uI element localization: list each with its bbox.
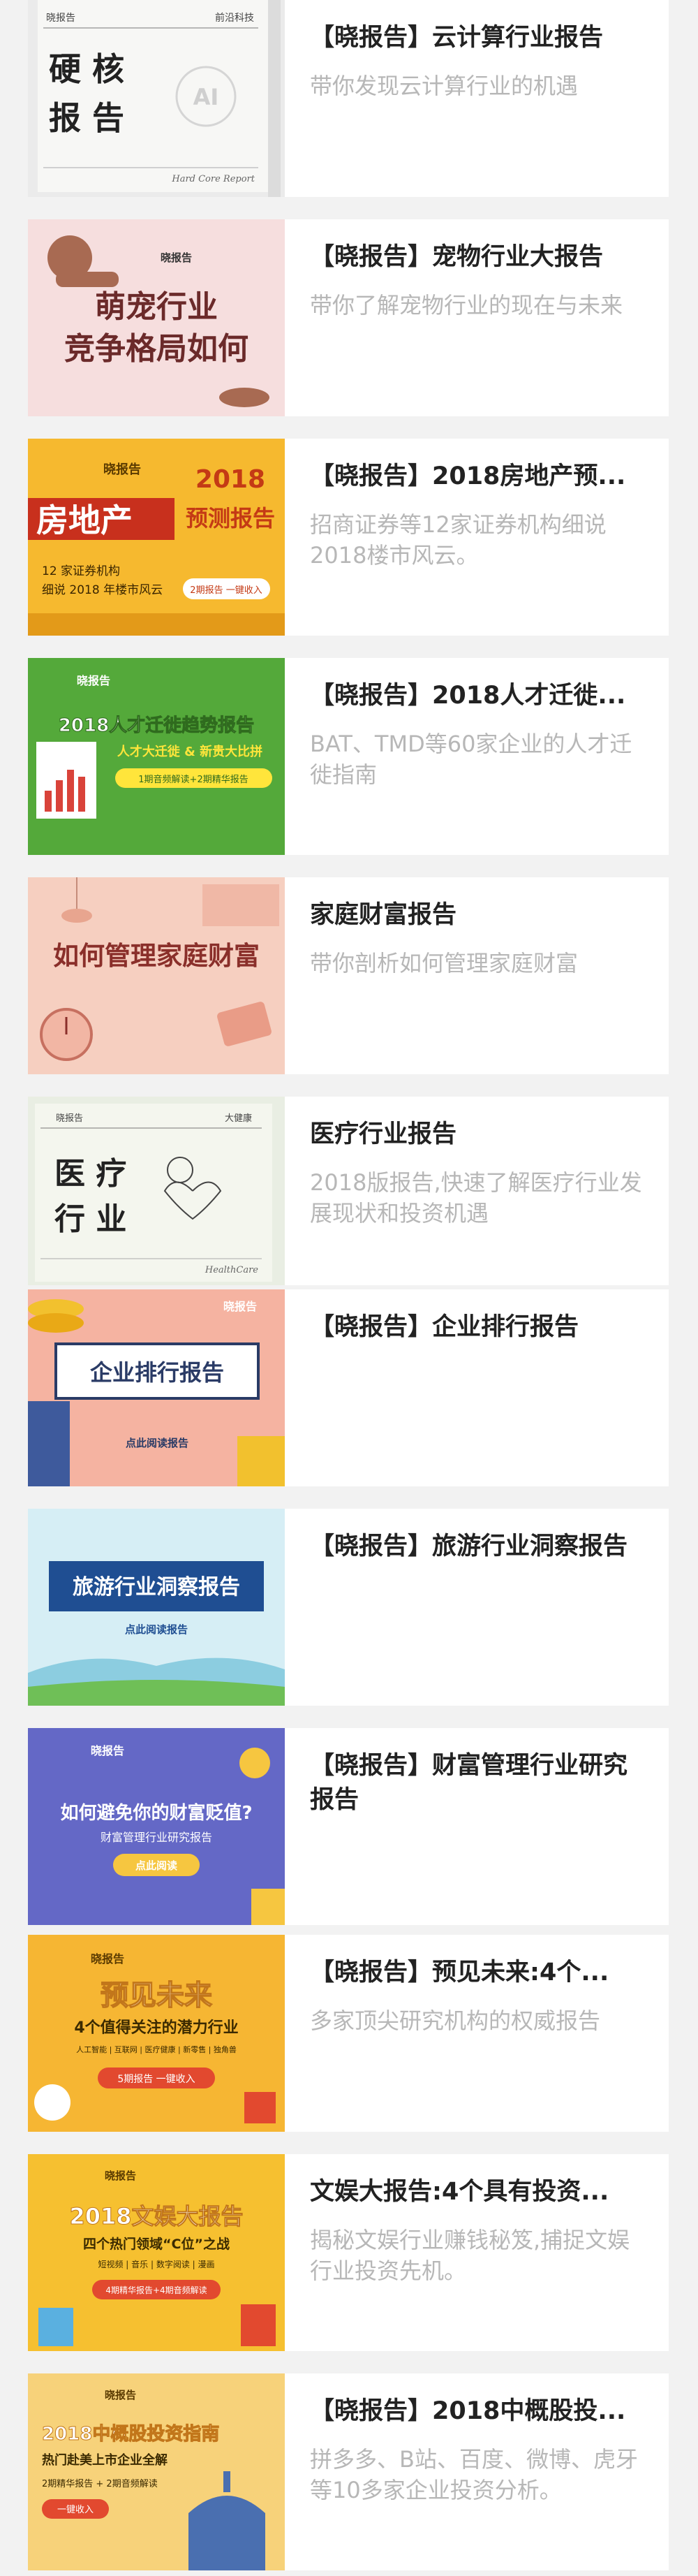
- tag-right: 大健康: [225, 1113, 252, 1124]
- list-item[interactable]: 晓报告 大健康 医 疗 行 业 HealthCare 医疗行业报告 2018版报…: [28, 1097, 669, 1285]
- item-description: 拼多多、B站、百度、微博、虎牙等10多家企业投资分析。: [310, 2446, 638, 2503]
- item-description: 多家顶尖研究机构的权威报告: [310, 2007, 601, 2034]
- item-title: 【晓报告】2018中概股投...: [310, 2397, 626, 2425]
- ai-badge: AI: [193, 84, 219, 110]
- sub-text: 人才大迁徙 & 新贵大比拼: [117, 744, 262, 759]
- tags-text: 人工智能 | 互联网 | 医疗健康 | 新零售 | 独角兽: [76, 2044, 237, 2054]
- headline: 2018人才迁徙趋势报告: [59, 715, 254, 736]
- item-title: 【晓报告】宠物行业大报告: [310, 243, 604, 271]
- headline-1: 萌宠行业: [95, 289, 218, 325]
- cta-label: 点此阅读: [135, 1859, 177, 1872]
- item-description: 带你剖析如何管理家庭财富: [310, 950, 579, 976]
- item-description: 揭秘文娱行业赚钱秘笈,捕捉文娱行业投资先机。: [310, 2227, 630, 2284]
- cta-label: 一键收入: [57, 2505, 94, 2515]
- item-title: 【晓报告】财富管理行业研究报告: [310, 1752, 628, 1814]
- report-thumbnail: 晓报告 企业排行报告 点此阅读报告: [28, 1289, 285, 1486]
- report-thumbnail: 晓报告 2018人才迁徙趋势报告 人才大迁徙 & 新贵大比拼 1期音频解读+2期…: [28, 658, 285, 855]
- list-item[interactable]: 晓报告 2018人才迁徙趋势报告 人才大迁徙 & 新贵大比拼 1期音频解读+2期…: [28, 658, 669, 855]
- report-thumbnail: 晓报告 大健康 医 疗 行 业 HealthCare: [28, 1097, 285, 1285]
- report-thumbnail: 晓报告 预见未来 4个值得关注的潜力行业 人工智能 | 互联网 | 医疗健康 |…: [28, 1935, 285, 2132]
- sub-text: 热门赴美上市企业全解: [42, 2452, 168, 2468]
- list-item[interactable]: 晓报告 萌宠行业 竞争格局如何 【晓报告】宠物行业大报告 带你了解宠物行业的现在…: [28, 219, 669, 416]
- item-title: 【晓报告】旅游行业洞察报告: [310, 1532, 628, 1560]
- big-text-1: 医 疗: [54, 1156, 126, 1192]
- brand-label: 晓报告: [105, 2389, 136, 2401]
- item-title: 【晓报告】云计算行业报告: [310, 24, 604, 52]
- item-title: 文娱大报告:4个具有投资...: [310, 2178, 609, 2206]
- item-title: 【晓报告】2018人才迁徙...: [310, 682, 626, 710]
- cta-label: 点此阅读报告: [126, 1437, 188, 1449]
- item-title: 【晓报告】企业排行报告: [310, 1313, 579, 1341]
- headline: 2018中概股投资指南: [42, 2424, 219, 2445]
- report-thumbnail: 晓报告 如何避免你的财富贬值? 财富管理行业研究报告 点此阅读: [28, 1728, 285, 1925]
- big-text-1: 硬 核: [49, 50, 124, 88]
- sub-text: 四个热门领域“C位”之战: [83, 2236, 230, 2252]
- list-item[interactable]: 旅游行业洞察报告 点此阅读报告 【晓报告】旅游行业洞察报告: [28, 1509, 669, 1706]
- list-item[interactable]: 晓报告 预见未来 4个值得关注的潜力行业 人工智能 | 互联网 | 医疗健康 |…: [28, 1935, 669, 2132]
- headline: 旅游行业洞察报告: [73, 1575, 240, 1600]
- report-thumbnail: 如何管理家庭财富: [28, 877, 285, 1074]
- brand-label: 晓报告: [223, 1300, 257, 1313]
- cta-label: 点此阅读报告: [125, 1623, 188, 1636]
- brand-label: 晓报告: [91, 1952, 124, 1966]
- line-1: 12 家证券机构: [42, 564, 120, 578]
- report-thumbnail: 旅游行业洞察报告 点此阅读报告: [28, 1509, 285, 1706]
- report-thumbnail: 晓报告 2018 房地产 预测报告 12 家证券机构 细说 2018 年楼市风云…: [28, 439, 285, 636]
- report-thumbnail: 晓报告 萌宠行业 竞争格局如何: [28, 219, 285, 416]
- tag-right: 前沿科技: [215, 12, 254, 24]
- headline: 2018文娱大报告: [69, 2203, 243, 2230]
- brand-label: 晓报告: [77, 674, 110, 687]
- report-thumbnail: 晓报告 2018中概股投资指南 热门赴美上市企业全解 2期精华报告 + 2期音频…: [28, 2373, 285, 2570]
- item-title: 家庭财富报告: [310, 901, 457, 929]
- footer-text: HealthCare: [205, 1265, 258, 1275]
- item-description: BAT、TMD等60家企业的人才迁徙指南: [310, 731, 632, 788]
- brand-label: 晓报告: [105, 2169, 136, 2182]
- big-text: 预见未来: [101, 1979, 212, 2012]
- cta-label: 4期精华报告+4期音频解读: [105, 2285, 207, 2295]
- tags-text: 短视频 | 音乐 | 数字阅读 | 漫画: [98, 2259, 214, 2269]
- list-item[interactable]: 如何管理家庭财富 家庭财富报告 带你剖析如何管理家庭财富: [28, 877, 669, 1074]
- item-description: 招商证券等12家证券机构细说2018楼市风云。: [310, 511, 607, 569]
- sub-text: 财富管理行业研究报告: [101, 1831, 212, 1844]
- list-item[interactable]: 晓报告 前沿科技 硬 核 报 告 AI Hard Core Report 【晓报…: [28, 0, 669, 197]
- brand-label: 晓报告: [91, 1744, 124, 1757]
- tag-left: 晓报告: [56, 1113, 83, 1124]
- list-item[interactable]: 晓报告 企业排行报告 点此阅读报告 【晓报告】企业排行报告: [28, 1289, 669, 1486]
- report-thumbnail: 晓报告 前沿科技 硬 核 报 告 AI Hard Core Report: [28, 0, 285, 197]
- cta-label: 5期报告 一键收入: [117, 2074, 195, 2085]
- headline: 如何避免你的财富贬值?: [60, 1802, 252, 1824]
- tag-left: 晓报告: [46, 13, 75, 24]
- big-text-2: 行 业: [54, 1201, 126, 1237]
- line-text: 2期精华报告 + 2期音频解读: [42, 2478, 158, 2489]
- cta-label: 2期报告 一键收入: [190, 585, 262, 596]
- big-text: 房地产: [36, 502, 133, 539]
- item-description: 带你发现云计算行业的机遇: [310, 73, 579, 99]
- sub-text: 预测报告: [186, 505, 275, 532]
- list-item[interactable]: 晓报告 2018 房地产 预测报告 12 家证券机构 细说 2018 年楼市风云…: [28, 439, 669, 636]
- list-item[interactable]: 晓报告 2018文娱大报告 四个热门领域“C位”之战 短视频 | 音乐 | 数字…: [28, 2154, 669, 2351]
- headline-2: 竞争格局如何: [64, 331, 248, 367]
- sub-text: 4个值得关注的潜力行业: [74, 2019, 238, 2037]
- item-description: 2018版报告,快速了解医疗行业发展现状和投资机遇: [310, 1169, 642, 1227]
- year-label: 2018: [195, 465, 265, 494]
- item-title: 【晓报告】2018房地产预...: [310, 462, 626, 490]
- item-title: 【晓报告】预见未来:4个...: [310, 1959, 609, 1986]
- list-item[interactable]: 晓报告 如何避免你的财富贬值? 财富管理行业研究报告 点此阅读 【晓报告】财富管…: [28, 1728, 669, 1925]
- brand-label: 晓报告: [103, 462, 141, 477]
- item-description: 带你了解宠物行业的现在与未来: [310, 292, 623, 319]
- big-text-2: 报 告: [49, 99, 124, 137]
- headline: 企业排行报告: [90, 1359, 224, 1386]
- cta-label: 1期音频解读+2期精华报告: [138, 774, 248, 785]
- list-item[interactable]: 晓报告 2018中概股投资指南 热门赴美上市企业全解 2期精华报告 + 2期音频…: [28, 2373, 669, 2570]
- brand-label: 晓报告: [161, 251, 192, 264]
- footer-text: Hard Core Report: [171, 174, 255, 184]
- item-title: 医疗行业报告: [310, 1120, 457, 1148]
- line-2: 细说 2018 年楼市风云: [42, 583, 163, 597]
- report-thumbnail: 晓报告 2018文娱大报告 四个热门领域“C位”之战 短视频 | 音乐 | 数字…: [28, 2154, 285, 2351]
- headline: 如何管理家庭财富: [53, 940, 260, 971]
